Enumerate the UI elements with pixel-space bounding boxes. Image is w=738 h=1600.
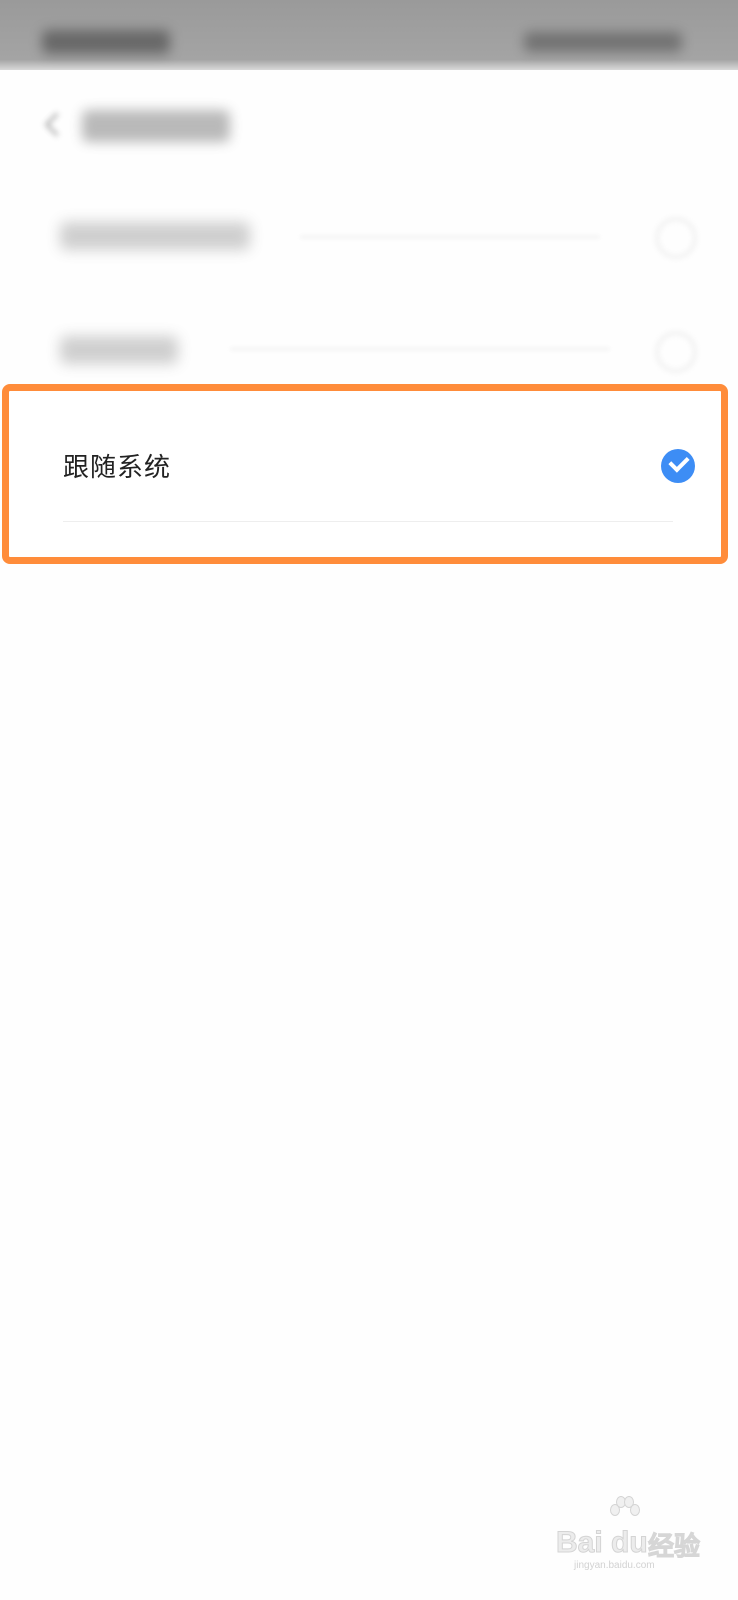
option-label: 跟随系统 [63, 453, 172, 483]
check-circle-icon [661, 449, 695, 483]
status-bar [0, 0, 738, 70]
paw-icon [610, 1496, 640, 1522]
watermark: Bai du 经验 jingyan.baidu.com [556, 1496, 726, 1571]
option-row-blur-artifact-1 [300, 236, 600, 238]
option-follow-system[interactable]: 跟随系统 [9, 391, 721, 557]
page-title-blurred [82, 110, 230, 142]
option-label-blurred-1 [60, 222, 250, 250]
watermark-brand: 经验 [647, 1532, 701, 1563]
back-arrow-icon[interactable] [42, 112, 60, 140]
divider [63, 521, 673, 522]
watermark-url: jingyan.baidu.com [574, 1560, 655, 1571]
watermark-logo: Bai du [556, 1526, 649, 1560]
status-bar-blurred-right [524, 32, 682, 52]
highlight-box: 跟随系统 [2, 384, 728, 564]
screen: 跟随系统 Bai du 经验 jingyan.baidu.com [0, 0, 738, 1600]
status-bar-blurred-left [42, 30, 170, 54]
option-row-blur-artifact-2 [230, 348, 610, 350]
radio-circle-icon [656, 218, 696, 258]
option-label-blurred-2 [60, 336, 178, 364]
radio-circle-icon [656, 332, 696, 372]
